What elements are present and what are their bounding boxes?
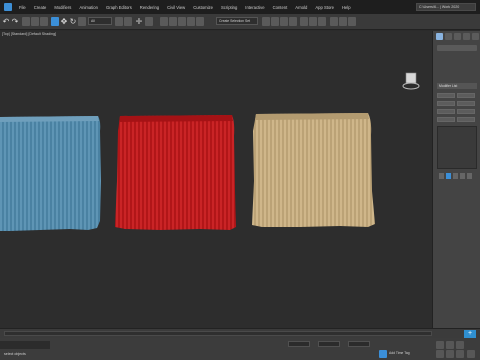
viewcube-icon[interactable] xyxy=(402,71,420,93)
modifier-button-5[interactable] xyxy=(437,109,455,114)
play-icon[interactable] xyxy=(446,341,454,349)
mirror-icon[interactable] xyxy=(262,17,270,26)
modifier-button-2[interactable] xyxy=(457,93,475,98)
menu-bar: File Create Modifiers Animation Graph Ed… xyxy=(0,0,480,14)
select-and-rotate-icon[interactable]: ↻ xyxy=(69,17,77,26)
viewport[interactable]: [Top] [Standard] [Default Shading] xyxy=(0,31,432,328)
menu-file[interactable]: File xyxy=(15,5,30,10)
pan-view-icon[interactable] xyxy=(467,350,475,358)
tassel-blue[interactable] xyxy=(0,116,101,231)
menu-content[interactable]: Content xyxy=(269,5,292,10)
motion-tab-icon[interactable] xyxy=(463,33,470,40)
app-logo-icon[interactable] xyxy=(4,3,12,11)
menu-create[interactable]: Create xyxy=(30,5,51,10)
render-production-icon[interactable] xyxy=(348,17,356,26)
make-unique-icon[interactable] xyxy=(453,173,458,179)
align-icon[interactable] xyxy=(271,17,279,26)
move-gizmo-icon[interactable]: ✛ xyxy=(135,17,143,26)
go-to-end-icon[interactable] xyxy=(456,341,464,349)
timeline: + xyxy=(0,328,480,338)
menu-customize[interactable]: Customize xyxy=(189,5,217,10)
time-config-icon[interactable] xyxy=(446,350,454,358)
snaps-toggle-icon[interactable] xyxy=(160,17,168,26)
time-slider-track[interactable] xyxy=(4,331,432,336)
modify-tab-icon[interactable] xyxy=(445,33,452,40)
auto-key-icon[interactable] xyxy=(379,350,387,358)
configure-modifier-sets-icon[interactable] xyxy=(467,173,472,179)
display-tab-icon[interactable] xyxy=(472,33,479,40)
key-mode-icon[interactable] xyxy=(436,350,444,358)
add-icon[interactable]: + xyxy=(464,330,476,338)
z-coordinate-field[interactable] xyxy=(348,341,370,347)
material-editor-icon[interactable] xyxy=(318,17,326,26)
hierarchy-tab-icon[interactable] xyxy=(454,33,461,40)
command-panel: Modifier List xyxy=(432,31,480,328)
menu-rendering[interactable]: Rendering xyxy=(136,5,163,10)
menu-app-store[interactable]: App Store xyxy=(311,5,338,10)
status-bar: select objects Add Time Tag xyxy=(0,338,480,360)
tassel-red[interactable] xyxy=(115,115,236,230)
menu-animation[interactable]: Animation xyxy=(75,5,102,10)
create-tab-icon[interactable] xyxy=(436,33,443,40)
menu-modifiers[interactable]: Modifiers xyxy=(50,5,75,10)
percent-snap-icon[interactable] xyxy=(178,17,186,26)
modifier-button-3[interactable] xyxy=(437,101,455,106)
object-name-field[interactable] xyxy=(437,45,477,51)
rendered-frame-window-icon[interactable] xyxy=(339,17,347,26)
menu-civil-view[interactable]: Civil View xyxy=(163,5,189,10)
modifier-button-6[interactable] xyxy=(457,109,475,114)
modifier-stack[interactable] xyxy=(437,126,477,169)
main-toolbar: ↶ ↷ ✥ ↻ All ✛ Create Selection Set xyxy=(0,14,480,30)
rectangular-selection-icon[interactable] xyxy=(124,17,132,26)
pin-stack-icon[interactable] xyxy=(439,173,444,179)
menu-scripting[interactable]: Scripting xyxy=(217,5,241,10)
y-coordinate-field[interactable] xyxy=(318,341,340,347)
toggle-layer-explorer-icon[interactable] xyxy=(289,17,297,26)
select-and-move-icon[interactable]: ✥ xyxy=(60,17,68,26)
named-selection-dropdown[interactable]: Create Selection Set xyxy=(216,17,258,25)
modifier-button-4[interactable] xyxy=(457,101,475,106)
select-and-scale-icon[interactable] xyxy=(78,17,86,26)
x-coordinate-field[interactable] xyxy=(288,341,310,347)
link-icon[interactable] xyxy=(22,17,30,26)
unlink-icon[interactable] xyxy=(31,17,39,26)
status-prompt: select objects xyxy=(4,352,26,356)
menu-graph-editors[interactable]: Graph Editors xyxy=(102,5,136,10)
workspace-selector[interactable]: C:\Users\6... | Work 2020 xyxy=(416,3,476,11)
undo-icon[interactable]: ↶ xyxy=(2,17,10,26)
bind-space-warp-icon[interactable] xyxy=(40,17,48,26)
zoom-extents-icon[interactable] xyxy=(456,350,464,358)
select-by-name-icon[interactable] xyxy=(115,17,123,26)
menu-interactive[interactable]: Interactive xyxy=(241,5,268,10)
angle-snap-icon[interactable] xyxy=(169,17,177,26)
spinner-snap-icon[interactable] xyxy=(187,17,195,26)
modifier-list-dropdown[interactable]: Modifier List xyxy=(437,83,477,89)
curve-editor-icon[interactable] xyxy=(300,17,308,26)
reference-coord-icon[interactable] xyxy=(145,17,153,26)
modifier-button-8[interactable] xyxy=(457,117,475,122)
add-time-tag-button[interactable]: Add Time Tag xyxy=(389,351,410,355)
redo-icon[interactable]: ↷ xyxy=(11,17,19,26)
toggle-scene-explorer-icon[interactable] xyxy=(280,17,288,26)
show-end-result-icon[interactable] xyxy=(446,173,451,179)
selection-filter-dropdown[interactable]: All xyxy=(88,17,112,25)
remove-modifier-icon[interactable] xyxy=(460,173,465,179)
menu-help[interactable]: Help xyxy=(338,5,355,10)
scene-render xyxy=(0,113,375,231)
render-setup-icon[interactable] xyxy=(330,17,338,26)
schematic-view-icon[interactable] xyxy=(309,17,317,26)
edit-named-sets-icon[interactable] xyxy=(196,17,204,26)
modifier-button-7[interactable] xyxy=(437,117,455,122)
tassel-tan[interactable] xyxy=(252,113,375,227)
menu-arnold[interactable]: Arnold xyxy=(291,5,311,10)
maxscript-listener[interactable] xyxy=(0,341,50,349)
modifier-button-1[interactable] xyxy=(437,93,455,98)
go-to-start-icon[interactable] xyxy=(436,341,444,349)
select-object-icon[interactable] xyxy=(51,17,59,26)
